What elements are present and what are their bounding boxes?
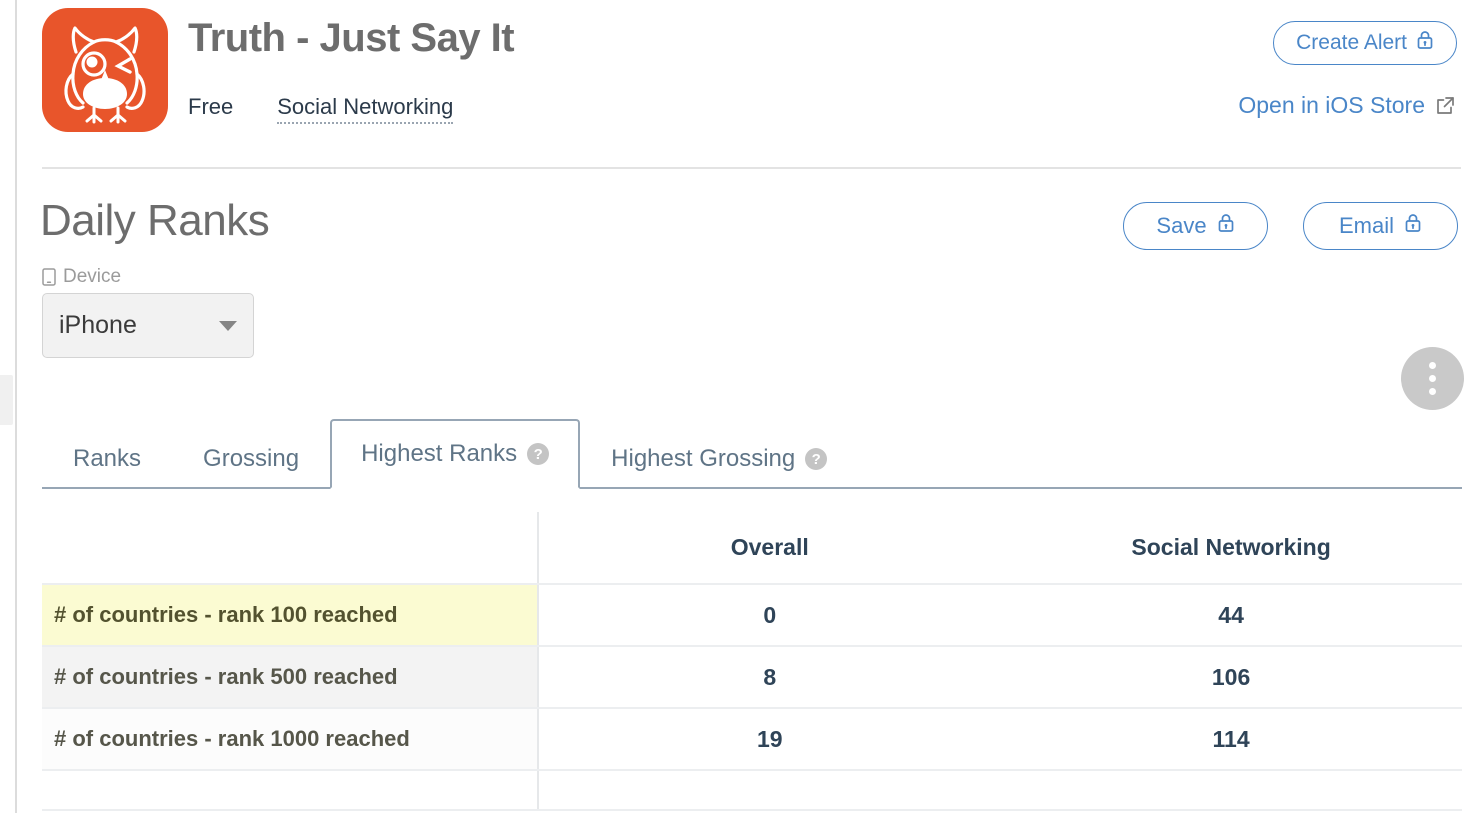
- chevron-down-icon: [219, 321, 237, 331]
- header-divider: [42, 167, 1461, 169]
- create-alert-label: Create Alert: [1296, 31, 1407, 55]
- lock-icon: [1404, 213, 1422, 239]
- tab-grossing[interactable]: Grossing: [172, 429, 330, 487]
- cell-social-networking: 106: [1000, 646, 1462, 708]
- cell-overall: [538, 770, 1000, 810]
- sidebar-collapse-handle[interactable]: [0, 375, 13, 425]
- table-row[interactable]: [42, 770, 1462, 810]
- question-mark-icon[interactable]: ?: [805, 448, 827, 470]
- kebab-dot: [1429, 375, 1436, 382]
- kebab-menu-icon[interactable]: [1401, 347, 1464, 410]
- cell-overall: 0: [538, 584, 1000, 646]
- save-label: Save: [1156, 213, 1206, 239]
- store-link-label: Open in iOS Store: [1238, 92, 1425, 119]
- cell-metric: # of countries - rank 500 reached: [42, 646, 538, 708]
- kebab-dot: [1429, 388, 1436, 395]
- email-label: Email: [1339, 213, 1394, 239]
- lock-icon: [1416, 30, 1434, 56]
- cell-overall: 19: [538, 708, 1000, 770]
- owl-app-icon: [42, 8, 168, 132]
- tab-ranks[interactable]: Ranks: [42, 429, 172, 487]
- cell-social-networking: [1000, 770, 1462, 810]
- table-body: # of countries - rank 100 reached 0 44 #…: [42, 584, 1462, 810]
- cell-metric: # of countries - rank 100 reached: [42, 584, 538, 646]
- question-mark-icon[interactable]: ?: [527, 443, 549, 465]
- app-price: Free: [188, 94, 233, 120]
- cell-metric: [42, 770, 538, 810]
- lock-icon: [1217, 213, 1235, 239]
- device-select[interactable]: iPhone: [42, 293, 254, 358]
- create-alert-button[interactable]: Create Alert: [1273, 21, 1457, 65]
- tab-label: Highest Ranks: [361, 440, 517, 468]
- app-category-link[interactable]: Social Networking: [277, 94, 453, 124]
- tab-label: Ranks: [73, 445, 141, 473]
- table-header: Overall Social Networking: [42, 512, 1462, 584]
- column-header-metric: [42, 512, 538, 584]
- cell-overall: 8: [538, 646, 1000, 708]
- report-tabs: Ranks Grossing Highest Ranks ? Highest G…: [42, 420, 1462, 489]
- kebab-dot: [1429, 362, 1436, 369]
- highest-ranks-table: Overall Social Networking # of countries…: [42, 512, 1462, 811]
- cell-social-networking: 114: [1000, 708, 1462, 770]
- table-header-row: Overall Social Networking: [42, 512, 1462, 584]
- tab-label: Highest Grossing: [611, 445, 795, 473]
- app-title: Truth - Just Say It: [188, 16, 514, 61]
- main-content: Truth - Just Say It Free Social Networki…: [17, 0, 1482, 813]
- device-label-text: Device: [63, 266, 121, 288]
- tablet-icon: [42, 268, 56, 286]
- device-filter-label: Device: [42, 266, 121, 288]
- tab-label: Grossing: [203, 445, 299, 473]
- app-root: Truth - Just Say It Free Social Networki…: [0, 0, 1482, 813]
- cell-metric: # of countries - rank 1000 reached: [42, 708, 538, 770]
- app-header: Truth - Just Say It Free Social Networki…: [42, 8, 1462, 138]
- page-title: Daily Ranks: [40, 196, 269, 246]
- column-header-overall: Overall: [538, 512, 1000, 584]
- save-button[interactable]: Save: [1123, 202, 1268, 250]
- table-row[interactable]: # of countries - rank 100 reached 0 44: [42, 584, 1462, 646]
- column-header-social-networking: Social Networking: [1000, 512, 1462, 584]
- table-row[interactable]: # of countries - rank 1000 reached 19 11…: [42, 708, 1462, 770]
- external-link-icon: [1435, 95, 1456, 116]
- cell-social-networking: 44: [1000, 584, 1462, 646]
- table-row[interactable]: # of countries - rank 500 reached 8 106: [42, 646, 1462, 708]
- device-select-value: iPhone: [59, 311, 219, 340]
- tab-highest-ranks[interactable]: Highest Ranks ?: [330, 419, 580, 489]
- tab-highest-grossing[interactable]: Highest Grossing ?: [580, 429, 858, 487]
- app-meta: Free Social Networking: [188, 94, 453, 124]
- open-in-ios-store-link[interactable]: Open in iOS Store: [1238, 92, 1456, 119]
- email-button[interactable]: Email: [1303, 202, 1458, 250]
